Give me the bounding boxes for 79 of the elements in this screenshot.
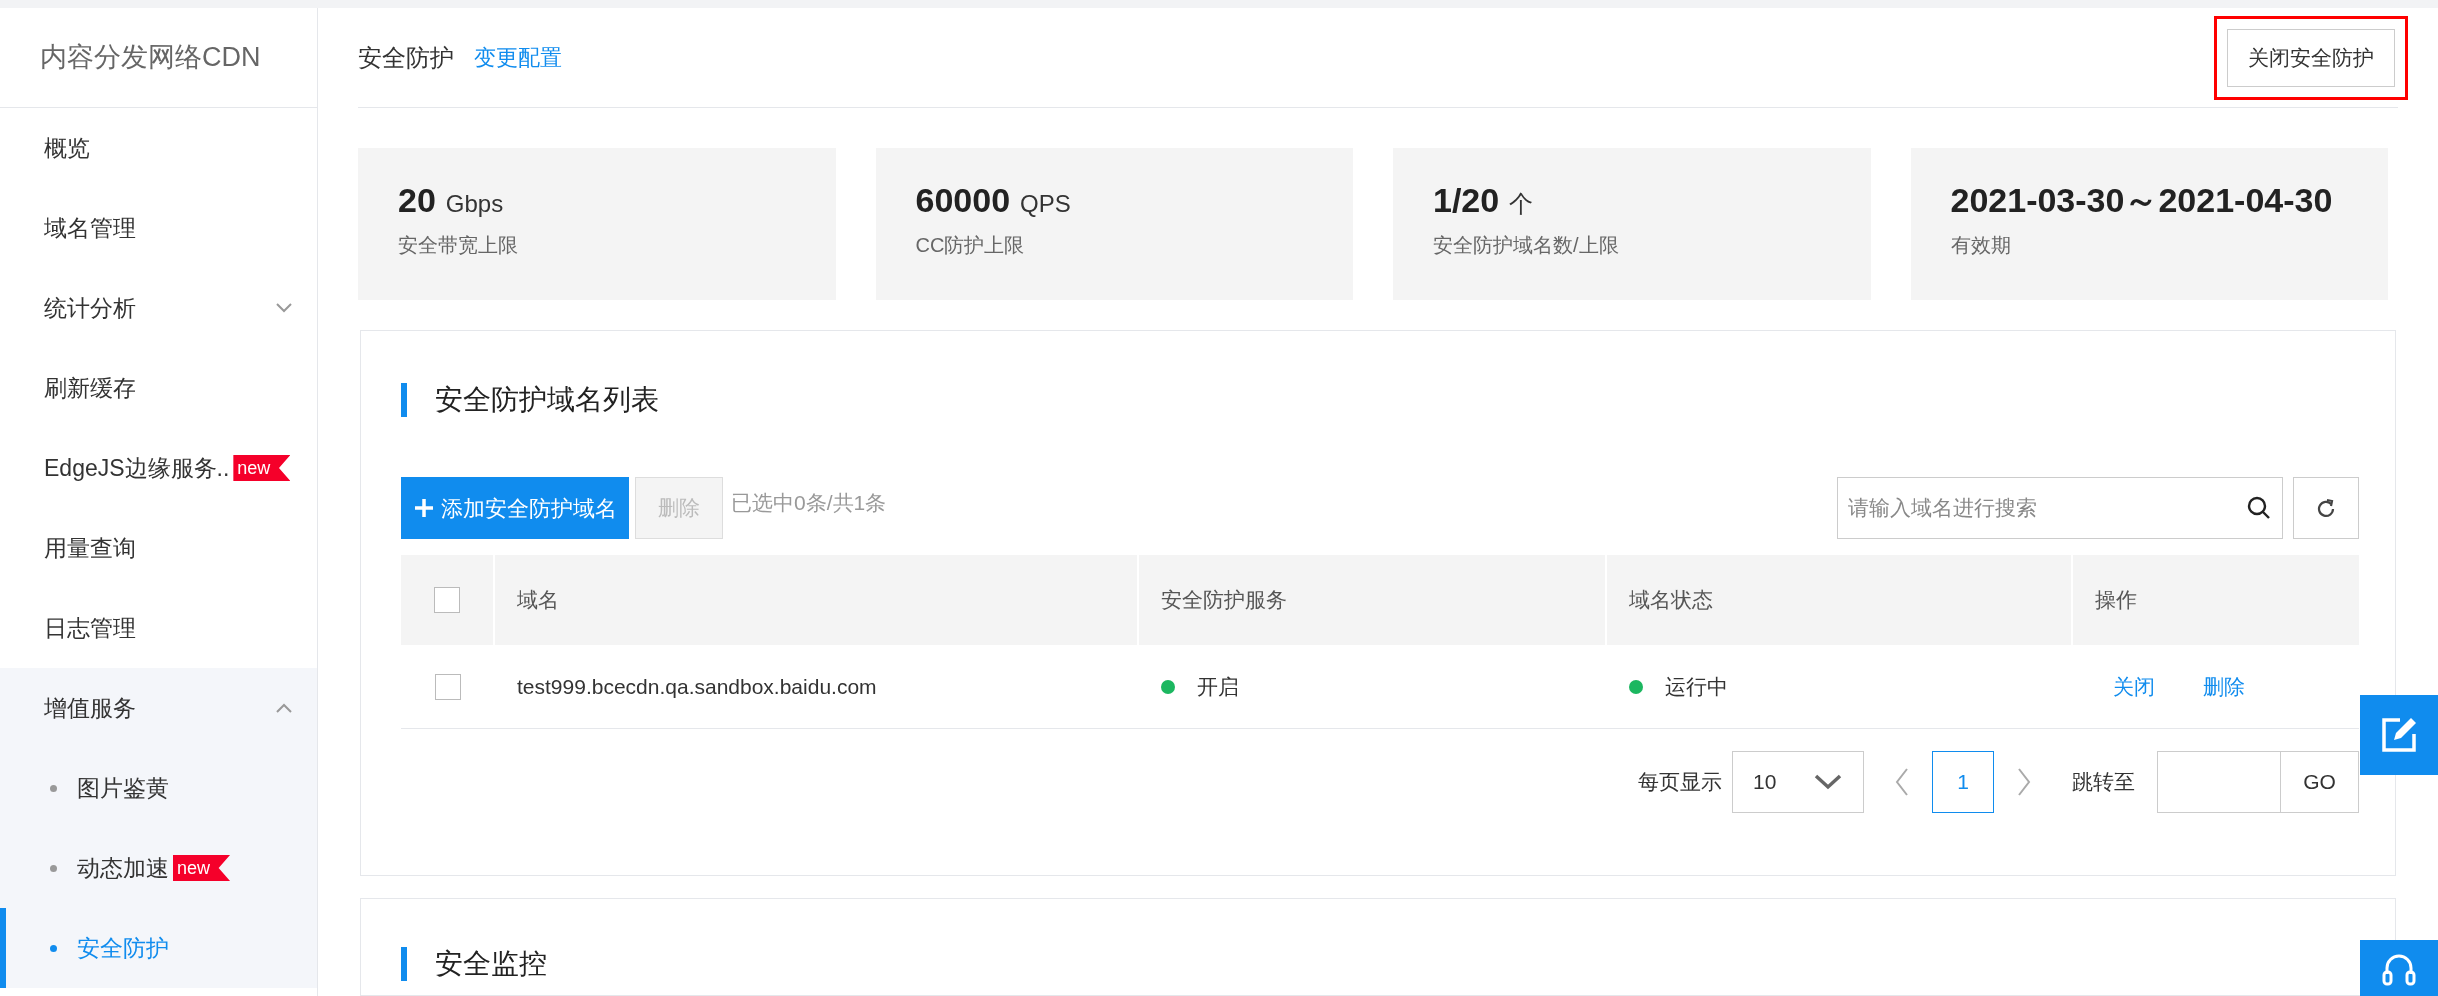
stat-label: CC防护上限 <box>915 233 1026 258</box>
sidebar-item[interactable]: 域名管理 <box>0 188 317 268</box>
sidebar-subitem[interactable]: 动态加速 new <box>0 828 317 908</box>
stat-value: 60000 <box>915 180 1011 221</box>
stat-value: 1/20 <box>1433 180 1500 221</box>
stat-unit: 个 <box>1509 189 1534 219</box>
refresh-button[interactable] <box>2293 477 2359 539</box>
row-checkbox[interactable] <box>435 673 461 700</box>
sidebar-subitem[interactable]: 图片鉴黄 <box>0 748 317 828</box>
sidebar-item-label: 统计分析 <box>44 293 136 323</box>
action-link[interactable]: 关闭 <box>2113 670 2155 703</box>
sidebar-title: 内容分发网络CDN <box>40 41 261 75</box>
stat-value: 2021-03-30～2021-04-30 <box>1950 180 2333 221</box>
sidebar-item[interactable]: 日志管理 <box>0 588 317 668</box>
bullet-icon <box>50 784 57 792</box>
jump-field[interactable] <box>2157 751 2281 813</box>
next-page-icon[interactable] <box>2016 767 2032 797</box>
chevron-down-icon <box>1813 773 1843 791</box>
stat-label: 安全带宽上限 <box>398 233 519 258</box>
add-domain-button[interactable]: 添加安全防护域名 <box>401 477 629 539</box>
feedback-button[interactable] <box>2360 695 2438 775</box>
sidebar-item-label: 动态加速 <box>77 853 169 883</box>
section-marker <box>401 947 407 981</box>
new-badge: new <box>233 455 291 481</box>
search-icon <box>2246 495 2272 521</box>
sidebar-item[interactable]: EdgeJS边缘服务.. new <box>0 428 317 508</box>
chevron-up-icon <box>275 702 293 714</box>
sidebar-item-label: 域名管理 <box>44 213 136 243</box>
sidebar-item-label: 图片鉴黄 <box>77 773 169 803</box>
page-size-select[interactable]: 10 <box>1732 751 1864 813</box>
column-header: 域名 <box>517 587 559 614</box>
table-cell: test999.bcecdn.qa.sandbox.baidu.com <box>517 674 877 698</box>
sidebar-item-label: 刷新缓存 <box>44 373 136 403</box>
plus-icon <box>413 497 435 519</box>
stat-value: 20 <box>398 180 436 221</box>
action-link[interactable]: 删除 <box>2203 670 2245 703</box>
table-cell-text: 运行中 <box>1665 673 1728 700</box>
chevron-down-icon <box>275 302 293 314</box>
sidebar-item[interactable]: 统计分析 <box>0 268 317 348</box>
stat-label: 有效期 <box>1950 233 2012 258</box>
stat-unit: Gbps <box>445 189 504 219</box>
sidebar-item-label: EdgeJS边缘服务.. <box>44 453 230 483</box>
stat-label: 安全防护域名数/上限 <box>1433 233 1620 258</box>
stat-unit: QPS <box>1020 189 1071 219</box>
sidebar-item[interactable]: 概览 <box>0 108 317 188</box>
change-config-link[interactable]: 变更配置 <box>474 41 562 74</box>
section-marker <box>401 383 407 417</box>
sidebar-item-label: 日志管理 <box>44 613 136 643</box>
page-size-label: 每页显示 <box>1638 769 1722 796</box>
column-header: 操作 <box>2095 587 2137 614</box>
page-button[interactable]: 1 <box>1932 751 1994 813</box>
sidebar-item-label: 增值服务 <box>44 693 136 723</box>
sidebar-item-label: 用量查询 <box>44 533 136 563</box>
sidebar-item[interactable]: 增值服务 <box>0 668 317 748</box>
table-cell-text: 开启 <box>1197 673 1239 700</box>
column-header: 域名状态 <box>1629 587 1713 614</box>
refresh-icon <box>2316 498 2336 518</box>
section-title: 安全监控 <box>435 947 547 981</box>
page-title: 安全防护 <box>358 42 454 73</box>
section-title: 安全防护域名列表 <box>435 383 659 417</box>
support-button[interactable] <box>2360 940 2438 996</box>
search-input[interactable]: 请输入域名进行搜索 <box>1848 492 2246 524</box>
new-badge: new <box>173 855 231 881</box>
column-header: 安全防护服务 <box>1161 587 1287 614</box>
previous-page-icon[interactable] <box>1894 767 1910 797</box>
headset-icon <box>2381 954 2417 988</box>
selection-info: 已选中0条/共1条 <box>731 490 887 516</box>
go-button[interactable]: GO <box>2281 751 2359 813</box>
select-all-checkbox[interactable] <box>434 587 460 613</box>
close-protection-button[interactable]: 关闭安全防护 <box>2227 28 2395 87</box>
sidebar-item-label: 安全防护 <box>77 933 169 963</box>
sidebar-item[interactable]: 用量查询 <box>0 508 317 588</box>
bullet-icon <box>50 944 57 952</box>
sidebar-item-label: 概览 <box>44 133 90 163</box>
edit-icon <box>2380 716 2418 754</box>
search-field[interactable]: 请输入域名进行搜索 <box>1837 477 2283 539</box>
jump-label: 跳转至 <box>2072 769 2135 796</box>
sidebar-item[interactable]: 刷新缓存 <box>0 348 317 428</box>
bullet-icon <box>50 864 57 872</box>
